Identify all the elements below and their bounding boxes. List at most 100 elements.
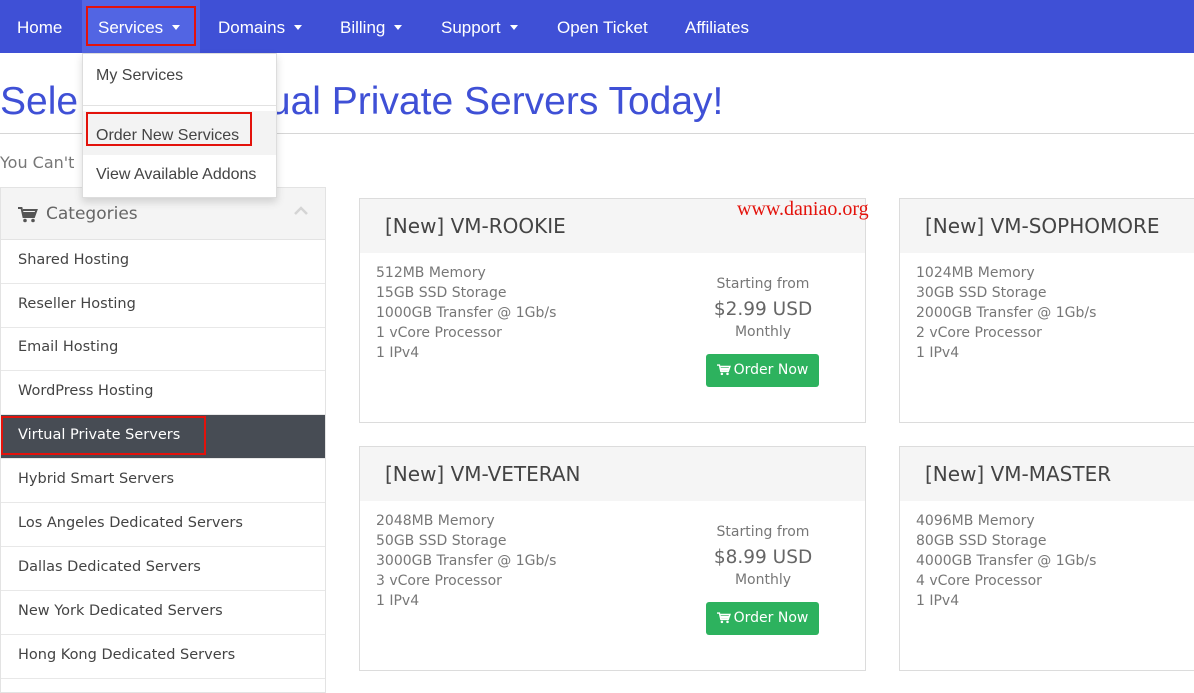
caret-down-icon (509, 25, 518, 31)
nav-home[interactable]: Home (17, 0, 62, 53)
sidebar-item-hong-kong-dedicated[interactable]: Hong Kong Dedicated Servers (1, 635, 325, 679)
sidebar-item-label: Email Hosting (18, 339, 119, 355)
cart-icon (716, 364, 731, 376)
price: $8.99 USD (713, 547, 813, 568)
menu-item-view-available-addons[interactable]: View Available Addons (96, 166, 256, 184)
price: $2.99 USD (713, 299, 813, 320)
feature-ipv4: 1 IPv4 (376, 345, 420, 361)
sidebar-item-email-hosting[interactable]: Email Hosting (1, 327, 325, 371)
product-features: 4096MB Memory 80GB SSD Storage 4000GB Tr… (916, 511, 1096, 611)
menu-item-label: View Available Addons (96, 166, 257, 183)
nav-billing-label: Billing (340, 18, 386, 37)
feature-transfer: 4000GB Transfer @ 1Gb/s (916, 553, 1097, 569)
feature-transfer: 1000GB Transfer @ 1Gb/s (376, 305, 557, 321)
billing-cycle: Monthly (734, 572, 792, 588)
feature-processor: 4 vCore Processor (916, 573, 1042, 589)
feature-transfer: 3000GB Transfer @ 1Gb/s (376, 553, 557, 569)
product-features: 512MB Memory 15GB SSD Storage 1000GB Tra… (376, 263, 556, 363)
product-card-header: [New] VM-SOPHOMORE (900, 199, 1194, 253)
product-card-header: [New] VM-VETERAN (360, 447, 865, 501)
menu-divider (83, 105, 276, 106)
caret-down-icon (294, 25, 303, 31)
sidebar-item-hybrid-smart-servers[interactable]: Hybrid Smart Servers (1, 459, 325, 503)
caret-down-icon (394, 25, 403, 31)
nav-domains[interactable]: Domains (218, 0, 303, 53)
sidebar-item-label: Hybrid Smart Servers (18, 471, 175, 487)
caret-down-icon (172, 25, 181, 31)
sidebar-item-virtual-private-servers[interactable]: Virtual Private Servers (1, 415, 325, 459)
product-card: [New] VM-MASTER 4096MB Memory 80GB SSD S… (899, 446, 1194, 671)
page-title-right: tual Private Servers Today! (258, 80, 724, 123)
feature-ipv4: 1 IPv4 (376, 593, 420, 609)
categories-sidebar: Categories Shared Hosting Reseller Hosti… (0, 187, 326, 693)
nav-support[interactable]: Support (441, 0, 518, 53)
sidebar-item-label: WordPress Hosting (18, 383, 154, 399)
feature-storage: 80GB SSD Storage (916, 533, 1047, 549)
categories-title: Categories (46, 204, 138, 224)
watermark: www.daniao.org (737, 198, 869, 220)
sidebar-item-los-angeles-dedicated[interactable]: Los Angeles Dedicated Servers (1, 503, 325, 547)
product-card: [New] VM-SOPHOMORE 1024MB Memory 30GB SS… (899, 198, 1194, 423)
product-features: 2048MB Memory 50GB SSD Storage 3000GB Tr… (376, 511, 556, 611)
sidebar-item-dallas-dedicated[interactable]: Dallas Dedicated Servers (1, 547, 325, 591)
feature-transfer: 2000GB Transfer @ 1Gb/s (916, 305, 1097, 321)
chevron-up-icon[interactable] (293, 205, 309, 217)
feature-processor: 3 vCore Processor (376, 573, 502, 589)
nav-affiliates-label: Affiliates (685, 18, 749, 37)
product-title: [New] VM-VETERAN (385, 462, 581, 486)
sidebar-item-label: Reseller Hosting (18, 296, 136, 312)
order-now-label: Order Now (733, 610, 809, 626)
sidebar-item-reseller-hosting[interactable]: Reseller Hosting (1, 284, 325, 328)
sidebar-item-label: New York Dedicated Servers (18, 603, 223, 619)
feature-memory: 512MB Memory (376, 265, 486, 281)
sidebar-item-shared-hosting[interactable]: Shared Hosting (1, 240, 325, 284)
nav-support-label: Support (441, 18, 501, 37)
feature-processor: 1 vCore Processor (376, 325, 502, 341)
billing-cycle: Monthly (734, 324, 792, 340)
feature-storage: 15GB SSD Storage (376, 285, 507, 301)
product-title: [New] VM-SOPHOMORE (925, 214, 1160, 238)
menu-item-label: My Services (96, 67, 184, 84)
feature-ipv4: 1 IPv4 (916, 593, 960, 609)
menu-item-my-services[interactable]: My Services (96, 67, 183, 85)
sidebar-item-label: Hong Kong Dedicated Servers (18, 647, 236, 663)
order-now-label: Order Now (733, 362, 809, 378)
menu-item-label: Order New Services (96, 127, 240, 144)
product-title: [New] VM-ROOKIE (385, 214, 566, 238)
product-card: [New] VM-ROOKIE 512MB Memory 15GB SSD St… (359, 198, 866, 423)
order-now-button[interactable]: Order Now (706, 354, 819, 387)
order-now-button[interactable]: Order Now (706, 602, 819, 635)
page: Home Services Domains Billing Support Op… (0, 0, 1194, 693)
feature-storage: 50GB SSD Storage (376, 533, 507, 549)
page-tagline: You Can't (0, 153, 75, 172)
sidebar-item-label: Los Angeles Dedicated Servers (18, 515, 243, 531)
nav-open-ticket[interactable]: Open Ticket (557, 0, 648, 53)
feature-processor: 2 vCore Processor (916, 325, 1042, 341)
product-title: [New] VM-MASTER (925, 462, 1112, 486)
top-navbar: Home Services Domains Billing Support Op… (0, 0, 1194, 53)
nav-services-label: Services (98, 18, 164, 37)
feature-storage: 30GB SSD Storage (916, 285, 1047, 301)
sidebar-item-label: Virtual Private Servers (18, 427, 181, 443)
feature-memory: 4096MB Memory (916, 513, 1035, 529)
feature-ipv4: 1 IPv4 (916, 345, 960, 361)
menu-item-order-new-services[interactable]: Order New Services (96, 127, 239, 145)
starting-from-label: Starting from (716, 524, 810, 540)
nav-domains-label: Domains (218, 18, 286, 37)
sidebar-item-new-york-dedicated[interactable]: New York Dedicated Servers (1, 591, 325, 635)
nav-services[interactable]: Services (82, 0, 200, 53)
sidebar-item-label: Shared Hosting (18, 252, 130, 268)
product-card: [New] VM-VETERAN 2048MB Memory 50GB SSD … (359, 446, 866, 671)
nav-affiliates[interactable]: Affiliates (685, 0, 749, 53)
page-title-left: Sele (0, 80, 79, 123)
nav-home-label: Home (17, 18, 63, 37)
product-card-header: [New] VM-MASTER (900, 447, 1194, 501)
services-dropdown-menu: My Services Order New Services View Avai… (82, 53, 277, 198)
nav-open-ticket-label: Open Ticket (557, 18, 648, 37)
starting-from-label: Starting from (716, 276, 810, 292)
sidebar-item-label: Dallas Dedicated Servers (18, 559, 201, 575)
nav-billing[interactable]: Billing (340, 0, 403, 53)
cart-icon (716, 612, 731, 624)
sidebar-item-wordpress-hosting[interactable]: WordPress Hosting (1, 371, 325, 415)
feature-memory: 2048MB Memory (376, 513, 495, 529)
